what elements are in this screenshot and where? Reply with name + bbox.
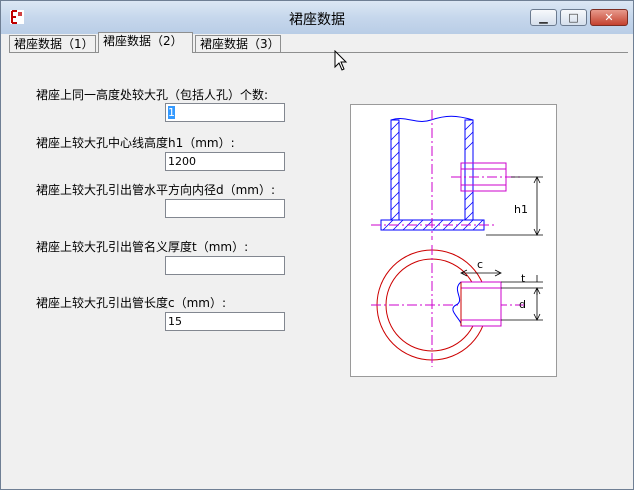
mouse-cursor-icon: [334, 50, 348, 71]
hole-count-label: 裙座上同一高度处较大孔（包括人孔）个数:: [36, 88, 269, 102]
title-bar[interactable]: 裙座数据 ▁ □ ✕: [1, 1, 633, 34]
pipe-length-input[interactable]: 15: [165, 312, 285, 331]
hole-height-label: 裙座上较大孔中心线高度h1（mm）:: [36, 136, 235, 150]
minimize-icon: ▁: [539, 11, 548, 24]
hole-count-value: 1: [168, 106, 175, 119]
c-dimension-label: c: [477, 258, 483, 271]
skirt-section-view: h1: [371, 110, 543, 240]
tab-skirt-data-2[interactable]: 裙座数据（2）: [98, 32, 193, 53]
tab-skirt-data-3[interactable]: 裙座数据（3）: [195, 35, 281, 52]
pipe-diameter-input[interactable]: [165, 199, 285, 218]
pipe-length-label: 裙座上较大孔引出管长度c（mm）:: [36, 296, 227, 310]
maximize-icon: □: [568, 11, 579, 24]
tab-skirt-data-1[interactable]: 裙座数据（1）: [9, 35, 96, 52]
hole-count-input[interactable]: 1: [165, 103, 285, 122]
skirt-diagram: h1 c t d: [350, 104, 557, 377]
t-dimension-label: t: [521, 272, 526, 285]
pipe-thickness-label: 裙座上较大孔引出管名义厚度t（mm）:: [36, 240, 249, 254]
skirt-drawing: h1 c t d: [371, 110, 543, 367]
hole-height-input[interactable]: 1200: [165, 152, 285, 171]
minimize-button[interactable]: ▁: [530, 9, 557, 26]
pipe-thickness-input[interactable]: [165, 256, 285, 275]
close-icon: ✕: [604, 11, 614, 24]
close-button[interactable]: ✕: [590, 9, 628, 26]
h1-dimension-label: h1: [514, 203, 528, 216]
skirt-plan-view: c t d: [371, 245, 543, 367]
window: 裙座数据 ▁ □ ✕ 裙座数据（1） 裙座数据（2） 裙座数据（3） 裙座上同一…: [0, 0, 634, 490]
pipe-diameter-label: 裙座上较大孔引出管水平方向内径d（mm）:: [36, 183, 276, 197]
maximize-button[interactable]: □: [560, 9, 587, 26]
d-dimension-label: d: [519, 298, 526, 311]
